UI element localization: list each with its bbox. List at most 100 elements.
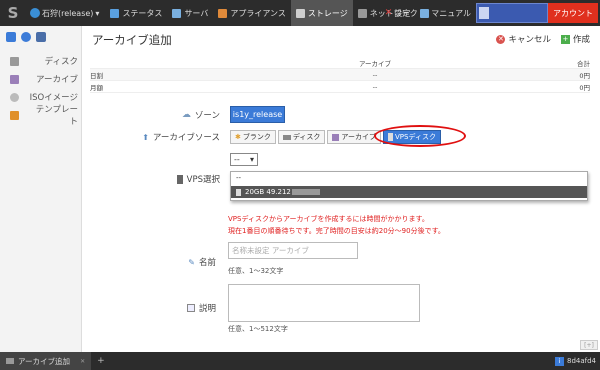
- settings-label: 設定: [394, 8, 411, 18]
- help-icon[interactable]: [21, 32, 31, 42]
- create-button[interactable]: + 作成: [560, 33, 590, 45]
- tag-icon: ✎: [188, 257, 195, 267]
- account-label: アカウント: [553, 8, 593, 18]
- masked-ip: [291, 189, 320, 195]
- disk-icon: [10, 56, 19, 66]
- description-textarea[interactable]: [228, 284, 420, 322]
- name-label: ✎ 名前: [142, 256, 216, 269]
- fee-table: アーカイブ 合計 日割 -- 0円 月額 -- 0円: [90, 57, 590, 93]
- disk-icon: [282, 134, 291, 140]
- top-bar: S 石狩(release) ▾ ステータス サーバ アプライアンス ストレージ …: [0, 0, 600, 26]
- description-label: 説明: [142, 302, 216, 314]
- cancel-button[interactable]: ✕ キャンセル: [496, 33, 551, 45]
- source-label-text: アーカイブソース: [152, 133, 220, 143]
- source-blank-button[interactable]: ✱ ブランク: [230, 130, 276, 144]
- chevron-down-icon: ▾: [95, 8, 100, 18]
- description-hint: 任意、1〜512文字: [228, 325, 288, 333]
- sidebar-item-label: アーカイブ: [36, 75, 78, 85]
- source-archive-button[interactable]: アーカイブ: [327, 130, 381, 144]
- create-label: 作成: [572, 35, 590, 45]
- vps-select[interactable]: -- ▾: [230, 153, 258, 166]
- manual-link[interactable]: マニュアル: [415, 0, 476, 26]
- nav-storage-label: ストレージ: [307, 8, 348, 18]
- archive-icon: [332, 133, 340, 141]
- settings-link[interactable]: ✕ 設定: [380, 0, 416, 26]
- main-panel: アーカイブ追加 ✕ キャンセル + 作成 アーカイブ 合計 日割 -- 0円 月…: [82, 26, 600, 352]
- server-icon: [172, 8, 182, 18]
- name-hint: 任意、1〜32文字: [228, 267, 284, 275]
- cd-icon: [10, 92, 19, 102]
- source-disk-button[interactable]: ディスク: [277, 130, 326, 144]
- refresh-icon[interactable]: [6, 32, 16, 42]
- wrench-icon: ✕: [384, 8, 393, 18]
- vps-icon: [236, 188, 241, 196]
- source-label: ⬆ アーカイブソース: [112, 130, 220, 144]
- name-input[interactable]: 名称未設定 アーカイブ: [228, 242, 358, 259]
- sidebar-item-label: テンプレート: [35, 105, 78, 127]
- vps-option-label: 20GB 49.212: [245, 188, 291, 196]
- globe-icon: [30, 8, 40, 18]
- info-icon: i: [554, 356, 564, 366]
- nav-server[interactable]: サーバ: [167, 0, 213, 26]
- source-option-label: アーカイブ: [341, 133, 376, 141]
- zone-selector[interactable]: 石狩(release) ▾: [26, 0, 105, 26]
- list-view-icon[interactable]: [36, 32, 46, 42]
- vps-option-label: --: [236, 174, 242, 182]
- fee-value: --: [372, 70, 378, 79]
- close-icon[interactable]: ✕: [80, 358, 85, 365]
- fee-value: --: [372, 82, 378, 91]
- session-id: 8d4afd4: [566, 357, 596, 365]
- window-icon: [6, 358, 14, 364]
- table-row: 日割 -- 0円: [90, 69, 590, 81]
- nav-storage[interactable]: ストレージ: [290, 0, 353, 26]
- fee-header: アーカイブ 合計: [90, 57, 590, 69]
- chevron-down-icon: ▾: [249, 155, 254, 164]
- nav-server-label: サーバ: [184, 8, 209, 18]
- expand-button[interactable]: [+]: [580, 340, 598, 350]
- note-icon: [186, 304, 195, 312]
- window-tab[interactable]: アーカイブ追加 ✕: [0, 352, 92, 370]
- description-label-text: 説明: [198, 304, 216, 314]
- app-logo: S: [7, 4, 19, 22]
- vps-option[interactable]: 20GB 49.212: [231, 186, 587, 198]
- nav-appliance[interactable]: アプライアンス: [213, 0, 291, 26]
- sidebar-item-archive[interactable]: アーカイブ: [0, 70, 81, 88]
- manual-label: マニュアル: [431, 8, 471, 18]
- session-info: i 8d4afd4: [554, 352, 596, 370]
- warning-line: 現在1番目の順番待ちです。完了時間の目安は約20分〜90分後です。: [228, 227, 445, 235]
- sidebar-item-label: ISOイメージ: [29, 93, 78, 103]
- user-menu[interactable]: [476, 3, 548, 23]
- sidebar: ディスク アーカイブ ISOイメージ テンプレート: [0, 26, 82, 352]
- vps-option[interactable]: --: [231, 172, 587, 184]
- sidebar-item-disk[interactable]: ディスク: [0, 52, 81, 70]
- sidebar-item-label: ディスク: [44, 57, 78, 67]
- zone-selector-label: 石狩(release): [42, 8, 94, 18]
- warning-message: VPSディスクからアーカイブを作成するには時間がかかります。 現在1番目の順番待…: [228, 213, 588, 237]
- fee-header-archive: アーカイブ: [358, 59, 392, 68]
- user-icon: [479, 7, 489, 19]
- zone-button[interactable]: is1y_release: [230, 106, 285, 123]
- source-option-label: ディスク: [292, 133, 321, 141]
- nav-appliance-label: アプライアンス: [230, 8, 286, 18]
- nav-status[interactable]: ステータス: [105, 0, 167, 26]
- account-button[interactable]: アカウント: [548, 3, 598, 23]
- vps-label-text: VPS選択: [186, 175, 220, 185]
- home-icon: [110, 8, 120, 18]
- source-option-label: ブランク: [242, 133, 271, 141]
- warning-line: VPSディスクからアーカイブを作成するには時間がかかります。: [228, 215, 429, 223]
- appliance-icon: [218, 8, 228, 18]
- highlight-ring: [374, 125, 466, 147]
- cancel-label: キャンセル: [508, 35, 551, 45]
- template-icon: [10, 110, 19, 120]
- window-tab-label: アーカイブ追加: [18, 356, 71, 366]
- fee-total: 0円: [579, 83, 590, 92]
- storage-icon: [295, 8, 305, 18]
- vps-dropdown: -- 20GB 49.212: [230, 171, 588, 201]
- vps-icon: [176, 174, 183, 184]
- cloud-icon: ☁: [181, 110, 191, 120]
- fee-label: 月額: [90, 83, 103, 92]
- sidebar-item-template[interactable]: テンプレート: [0, 105, 81, 127]
- add-tab-button[interactable]: +: [91, 356, 111, 366]
- fee-header-total: 合計: [577, 59, 590, 68]
- plus-icon: +: [560, 34, 570, 44]
